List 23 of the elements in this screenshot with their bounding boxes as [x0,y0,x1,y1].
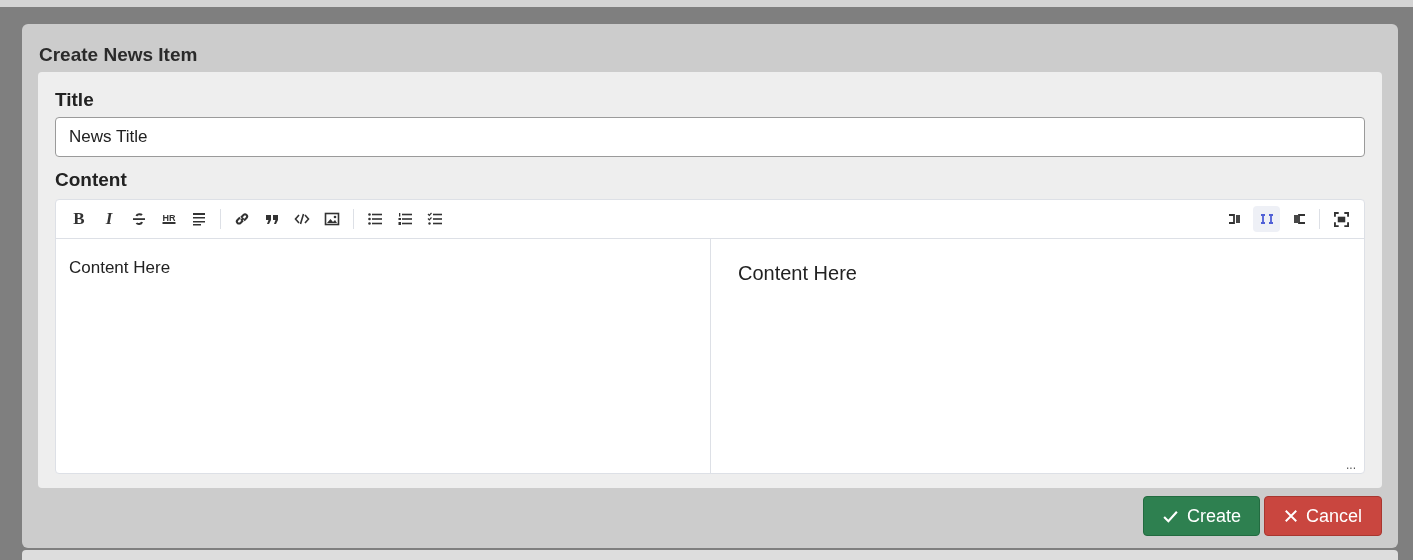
field-label: Title [55,88,95,112]
field-label: Content [55,168,128,192]
side-by-side-icon [1258,211,1275,227]
dialog-title: Create News Item [38,43,199,67]
source-text[interactable]: Content Here [69,258,171,277]
image-icon [324,211,340,227]
italic-button[interactable]: I [96,206,122,232]
fullscreen-icon [1333,211,1349,227]
bullet-list-icon [367,211,383,227]
code-icon [294,211,310,227]
link-icon [234,211,250,227]
preview-text: Content Here [738,262,857,284]
strikethrough-icon [131,211,147,227]
title-input-field[interactable]: News Title [55,117,1365,157]
numbered-list-icon [397,211,413,227]
heading-icon [191,211,207,227]
task-list-icon [427,211,443,227]
close-icon [1284,509,1298,523]
horizontal-rule-button[interactable]: HR [156,206,182,232]
cancel-button[interactable]: Cancel [1264,496,1382,536]
bold-button[interactable]: B [66,206,92,232]
create-button[interactable]: Create [1143,496,1260,536]
resize-handle[interactable]: ... [1346,459,1356,471]
